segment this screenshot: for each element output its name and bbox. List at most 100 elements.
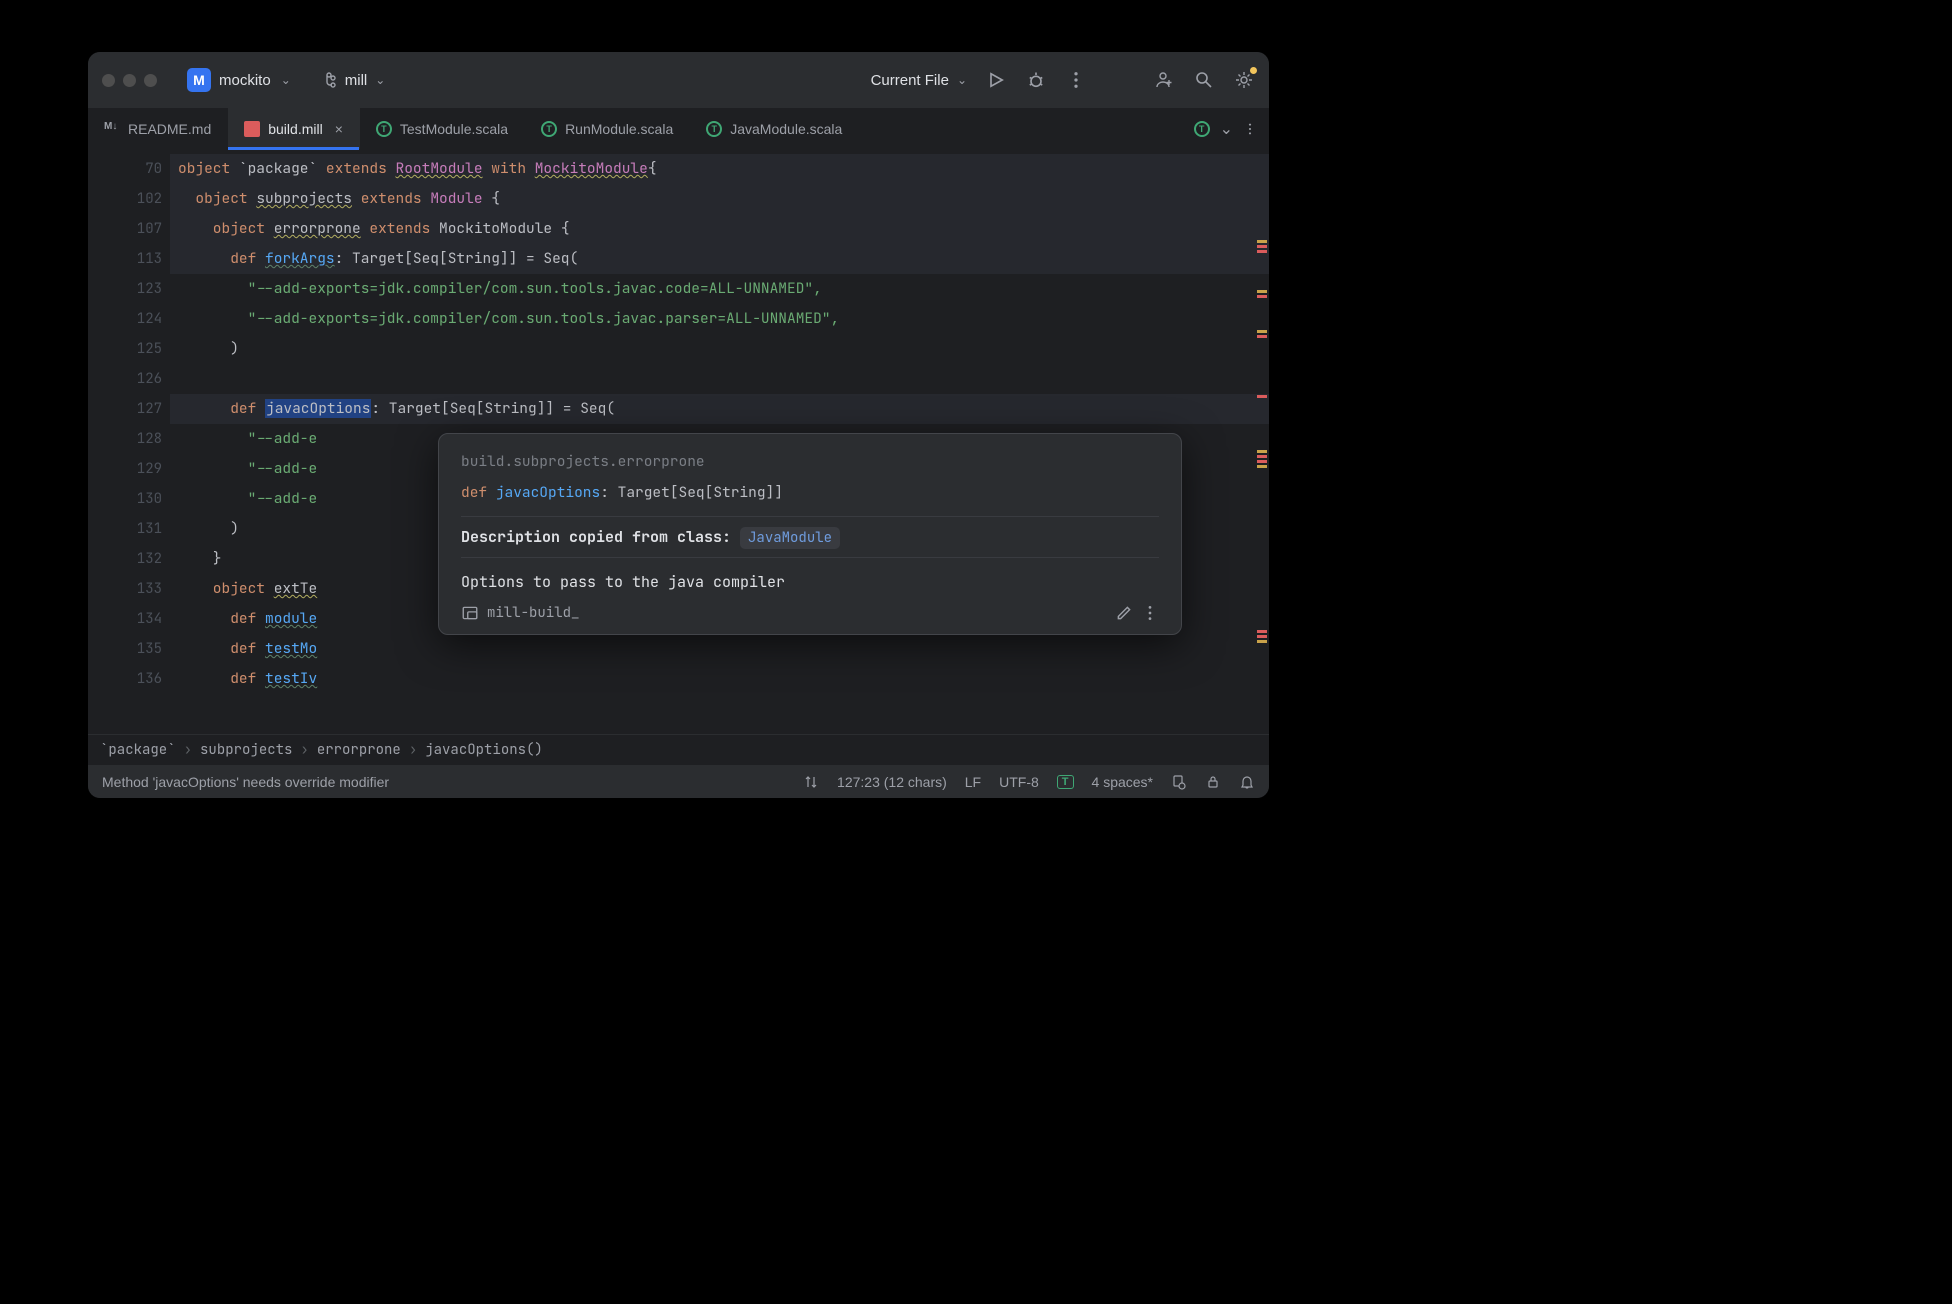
more-icon[interactable]: [1141, 604, 1159, 622]
run-icon[interactable]: [985, 69, 1007, 91]
close-icon[interactable]: ×: [335, 121, 343, 137]
line-number[interactable]: 127: [88, 394, 170, 424]
minimize-dot[interactable]: [123, 74, 136, 87]
breadcrumb-item[interactable]: subprojects: [200, 741, 292, 759]
module-icon: [461, 604, 479, 622]
tab-build-mill[interactable]: build.mill ×: [228, 108, 360, 149]
code-line[interactable]: object subprojects extends Module {: [170, 184, 1269, 214]
project-name: mockito: [219, 72, 271, 89]
file-settings-icon[interactable]: [1171, 774, 1187, 790]
breadcrumb-item[interactable]: `package`: [100, 741, 176, 759]
chevron-right-icon: ›: [300, 741, 308, 759]
notifications-icon[interactable]: [1239, 774, 1255, 790]
more-icon[interactable]: [1065, 69, 1087, 91]
indent-config[interactable]: 4 spaces*: [1092, 774, 1153, 790]
code-line[interactable]: "--add-exports=jdk.compiler/com.sun.tool…: [170, 304, 1269, 334]
status-message[interactable]: Method 'javacOptions' needs override mod…: [102, 774, 389, 790]
search-icon[interactable]: [1193, 69, 1215, 91]
caret-position[interactable]: 127:23 (12 chars): [837, 774, 947, 790]
run-config-selector[interactable]: Current File ⌄: [871, 72, 967, 89]
line-number[interactable]: 129: [88, 454, 170, 484]
breadcrumb: `package` › subprojects › errorprone › j…: [88, 734, 1269, 764]
popup-desc-label: Description copied from class:: [461, 527, 740, 547]
tab-label: JavaModule.scala: [730, 121, 842, 137]
code-line[interactable]: def testIv: [170, 664, 1269, 694]
scala-trait-icon: T: [376, 121, 392, 137]
code-editor[interactable]: 59 42 2 ✓34 ⌃ ⌄ object `package` extends…: [170, 150, 1269, 734]
code-line[interactable]: ): [170, 334, 1269, 364]
popup-signature: def javacOptions: Target[Seq[String]]: [461, 483, 1159, 502]
branch-icon: [323, 72, 339, 88]
markdown-icon: M↓: [104, 121, 120, 137]
line-number[interactable]: 134: [88, 604, 170, 634]
file-encoding[interactable]: UTF-8: [999, 774, 1039, 790]
popup-footer: mill-build_: [461, 604, 1159, 622]
popup-desc-row: Description copied from class: JavaModul…: [461, 527, 1159, 547]
tab-label: TestModule.scala: [400, 121, 508, 137]
more-icon[interactable]: [1243, 122, 1257, 136]
run-config-label: Current File: [871, 72, 949, 89]
line-number[interactable]: 135: [88, 634, 170, 664]
breadcrumb-item[interactable]: errorprone: [317, 741, 401, 759]
chevron-right-icon: ›: [409, 741, 417, 759]
line-number[interactable]: 126: [88, 364, 170, 394]
gutter: 70 102 107 113 123 124 125 126 127 128 1…: [88, 150, 170, 734]
scala-trait-icon: T: [541, 121, 557, 137]
code-line[interactable]: "--add-exports=jdk.compiler/com.sun.tool…: [170, 274, 1269, 304]
line-number[interactable]: 136: [88, 664, 170, 694]
code-line[interactable]: object `package` extends RootModule with…: [170, 154, 1269, 184]
tab-readme[interactable]: M↓ README.md: [88, 108, 228, 149]
tab-runmodule[interactable]: T RunModule.scala: [525, 108, 690, 149]
line-number[interactable]: 123: [88, 274, 170, 304]
breadcrumb-item[interactable]: javacOptions(): [425, 741, 543, 759]
line-number[interactable]: 107: [88, 214, 170, 244]
code-line[interactable]: def forkArgs: Target[Seq[String]] = Seq(: [170, 244, 1269, 274]
tabs-overflow: T ⌄: [1182, 108, 1269, 149]
edit-icon[interactable]: [1115, 604, 1133, 622]
line-number[interactable]: 102: [88, 184, 170, 214]
line-number[interactable]: 70: [88, 154, 170, 184]
settings-icon[interactable]: [1233, 69, 1255, 91]
chevron-down-icon: ⌄: [281, 73, 291, 87]
documentation-popup: build.subprojects.errorprone def javacOp…: [438, 433, 1182, 635]
editor-tabs: M↓ README.md build.mill × T TestModule.s…: [88, 108, 1269, 150]
project-icon: M: [187, 68, 211, 92]
lock-icon[interactable]: [1205, 774, 1221, 790]
vcs-branch[interactable]: mill ⌄: [323, 72, 386, 89]
code-line[interactable]: def testMo: [170, 634, 1269, 664]
chevron-down-icon[interactable]: ⌄: [1220, 119, 1233, 139]
chevron-down-icon: ⌄: [957, 73, 967, 87]
tab-testmodule[interactable]: T TestModule.scala: [360, 108, 525, 149]
line-separator[interactable]: LF: [965, 774, 981, 790]
line-number[interactable]: 132: [88, 544, 170, 574]
code-line[interactable]: def javacOptions: Target[Seq[String]] = …: [170, 394, 1269, 424]
zoom-dot[interactable]: [144, 74, 157, 87]
popup-class-link[interactable]: JavaModule: [740, 527, 840, 549]
chevron-down-icon: ⌄: [375, 73, 385, 87]
code-line[interactable]: [170, 364, 1269, 394]
code-line[interactable]: object errorprone extends MockitoModule …: [170, 214, 1269, 244]
scala-trait-icon: T: [1194, 121, 1210, 137]
code-with-me-icon[interactable]: [1153, 69, 1175, 91]
branch-name: mill: [345, 72, 368, 89]
tab-label: RunModule.scala: [565, 121, 673, 137]
debug-icon[interactable]: [1025, 69, 1047, 91]
ide-window: M mockito ⌄ mill ⌄ Current File ⌄: [88, 52, 1269, 798]
project-selector[interactable]: M mockito ⌄: [177, 64, 301, 96]
line-number[interactable]: 130: [88, 484, 170, 514]
window-controls: [102, 74, 157, 87]
line-number[interactable]: 125: [88, 334, 170, 364]
popup-source: mill-build_: [487, 604, 579, 622]
line-number[interactable]: 113: [88, 244, 170, 274]
line-separator-icon[interactable]: [803, 774, 819, 790]
line-number[interactable]: 124: [88, 304, 170, 334]
close-dot[interactable]: [102, 74, 115, 87]
line-number[interactable]: 131: [88, 514, 170, 544]
line-number[interactable]: 128: [88, 424, 170, 454]
line-number[interactable]: 133: [88, 574, 170, 604]
reader-mode-icon[interactable]: T: [1057, 775, 1074, 789]
chevron-right-icon: ›: [184, 741, 192, 759]
error-stripe[interactable]: [1255, 150, 1269, 734]
tab-javamodule[interactable]: T JavaModule.scala: [690, 108, 859, 149]
scala-trait-icon: T: [706, 121, 722, 137]
